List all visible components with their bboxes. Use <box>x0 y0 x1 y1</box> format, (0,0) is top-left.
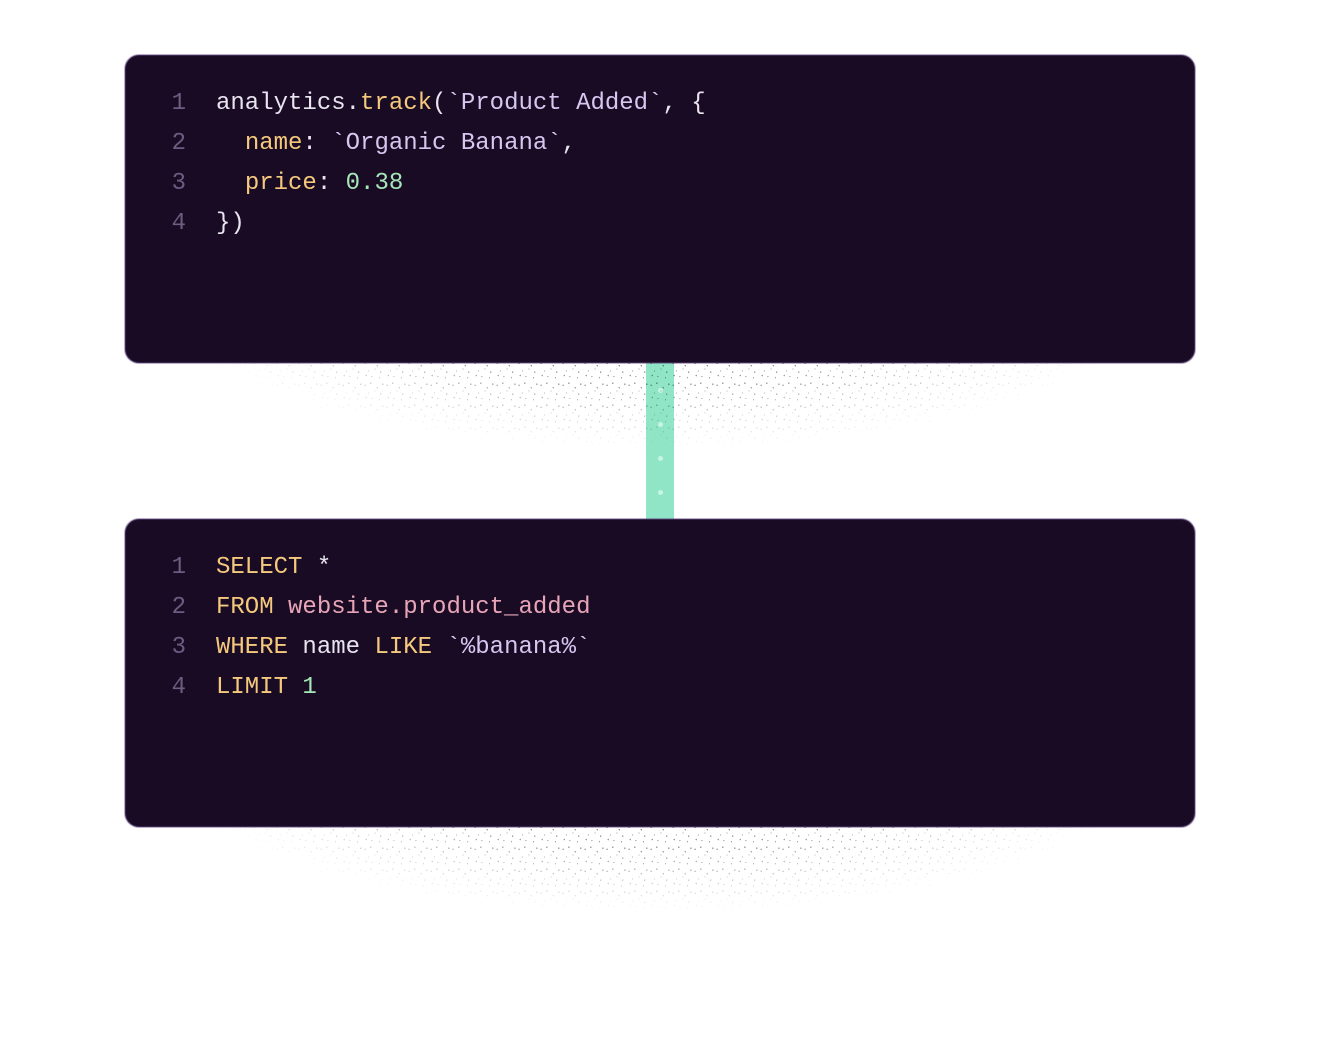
code-content: price: 0.38 <box>216 164 403 204</box>
code-line: 1 SELECT * <box>166 548 1154 588</box>
connector-dot-icon <box>658 490 663 495</box>
line-number: 4 <box>166 668 216 708</box>
line-number: 2 <box>166 588 216 628</box>
code-line: 4 LIMIT 1 <box>166 668 1154 708</box>
line-number: 3 <box>166 164 216 204</box>
connector-dot-icon <box>658 388 663 393</box>
code-content: LIMIT 1 <box>216 668 317 708</box>
code-content: name: `Organic Banana`, <box>216 124 576 164</box>
code-block-sql: 1 SELECT * 2 FROM website.product_added … <box>125 519 1195 827</box>
code-content: }) <box>216 204 245 244</box>
code-line: 2 FROM website.product_added <box>166 588 1154 628</box>
line-number: 4 <box>166 204 216 244</box>
code-block-sql-wrap: 1 SELECT * 2 FROM website.product_added … <box>125 519 1195 827</box>
line-number: 2 <box>166 124 216 164</box>
code-line: 3 WHERE name LIKE `%banana%` <box>166 628 1154 668</box>
code-line: 4 }) <box>166 204 1154 244</box>
code-line: 3 price: 0.38 <box>166 164 1154 204</box>
code-content: SELECT * <box>216 548 331 588</box>
code-block-js: 1 analytics.track(`Product Added`, { 2 n… <box>125 55 1195 363</box>
connector-dot-icon <box>658 422 663 427</box>
connector-bar <box>646 363 674 519</box>
connector-dot-icon <box>658 456 663 461</box>
code-line: 2 name: `Organic Banana`, <box>166 124 1154 164</box>
code-line: 1 analytics.track(`Product Added`, { <box>166 84 1154 124</box>
code-content: FROM website.product_added <box>216 588 590 628</box>
code-block-js-wrap: 1 analytics.track(`Product Added`, { 2 n… <box>125 55 1195 363</box>
code-content: WHERE name LIKE `%banana%` <box>216 628 590 668</box>
line-number: 3 <box>166 628 216 668</box>
line-number: 1 <box>166 548 216 588</box>
line-number: 1 <box>166 84 216 124</box>
code-content: analytics.track(`Product Added`, { <box>216 84 706 124</box>
